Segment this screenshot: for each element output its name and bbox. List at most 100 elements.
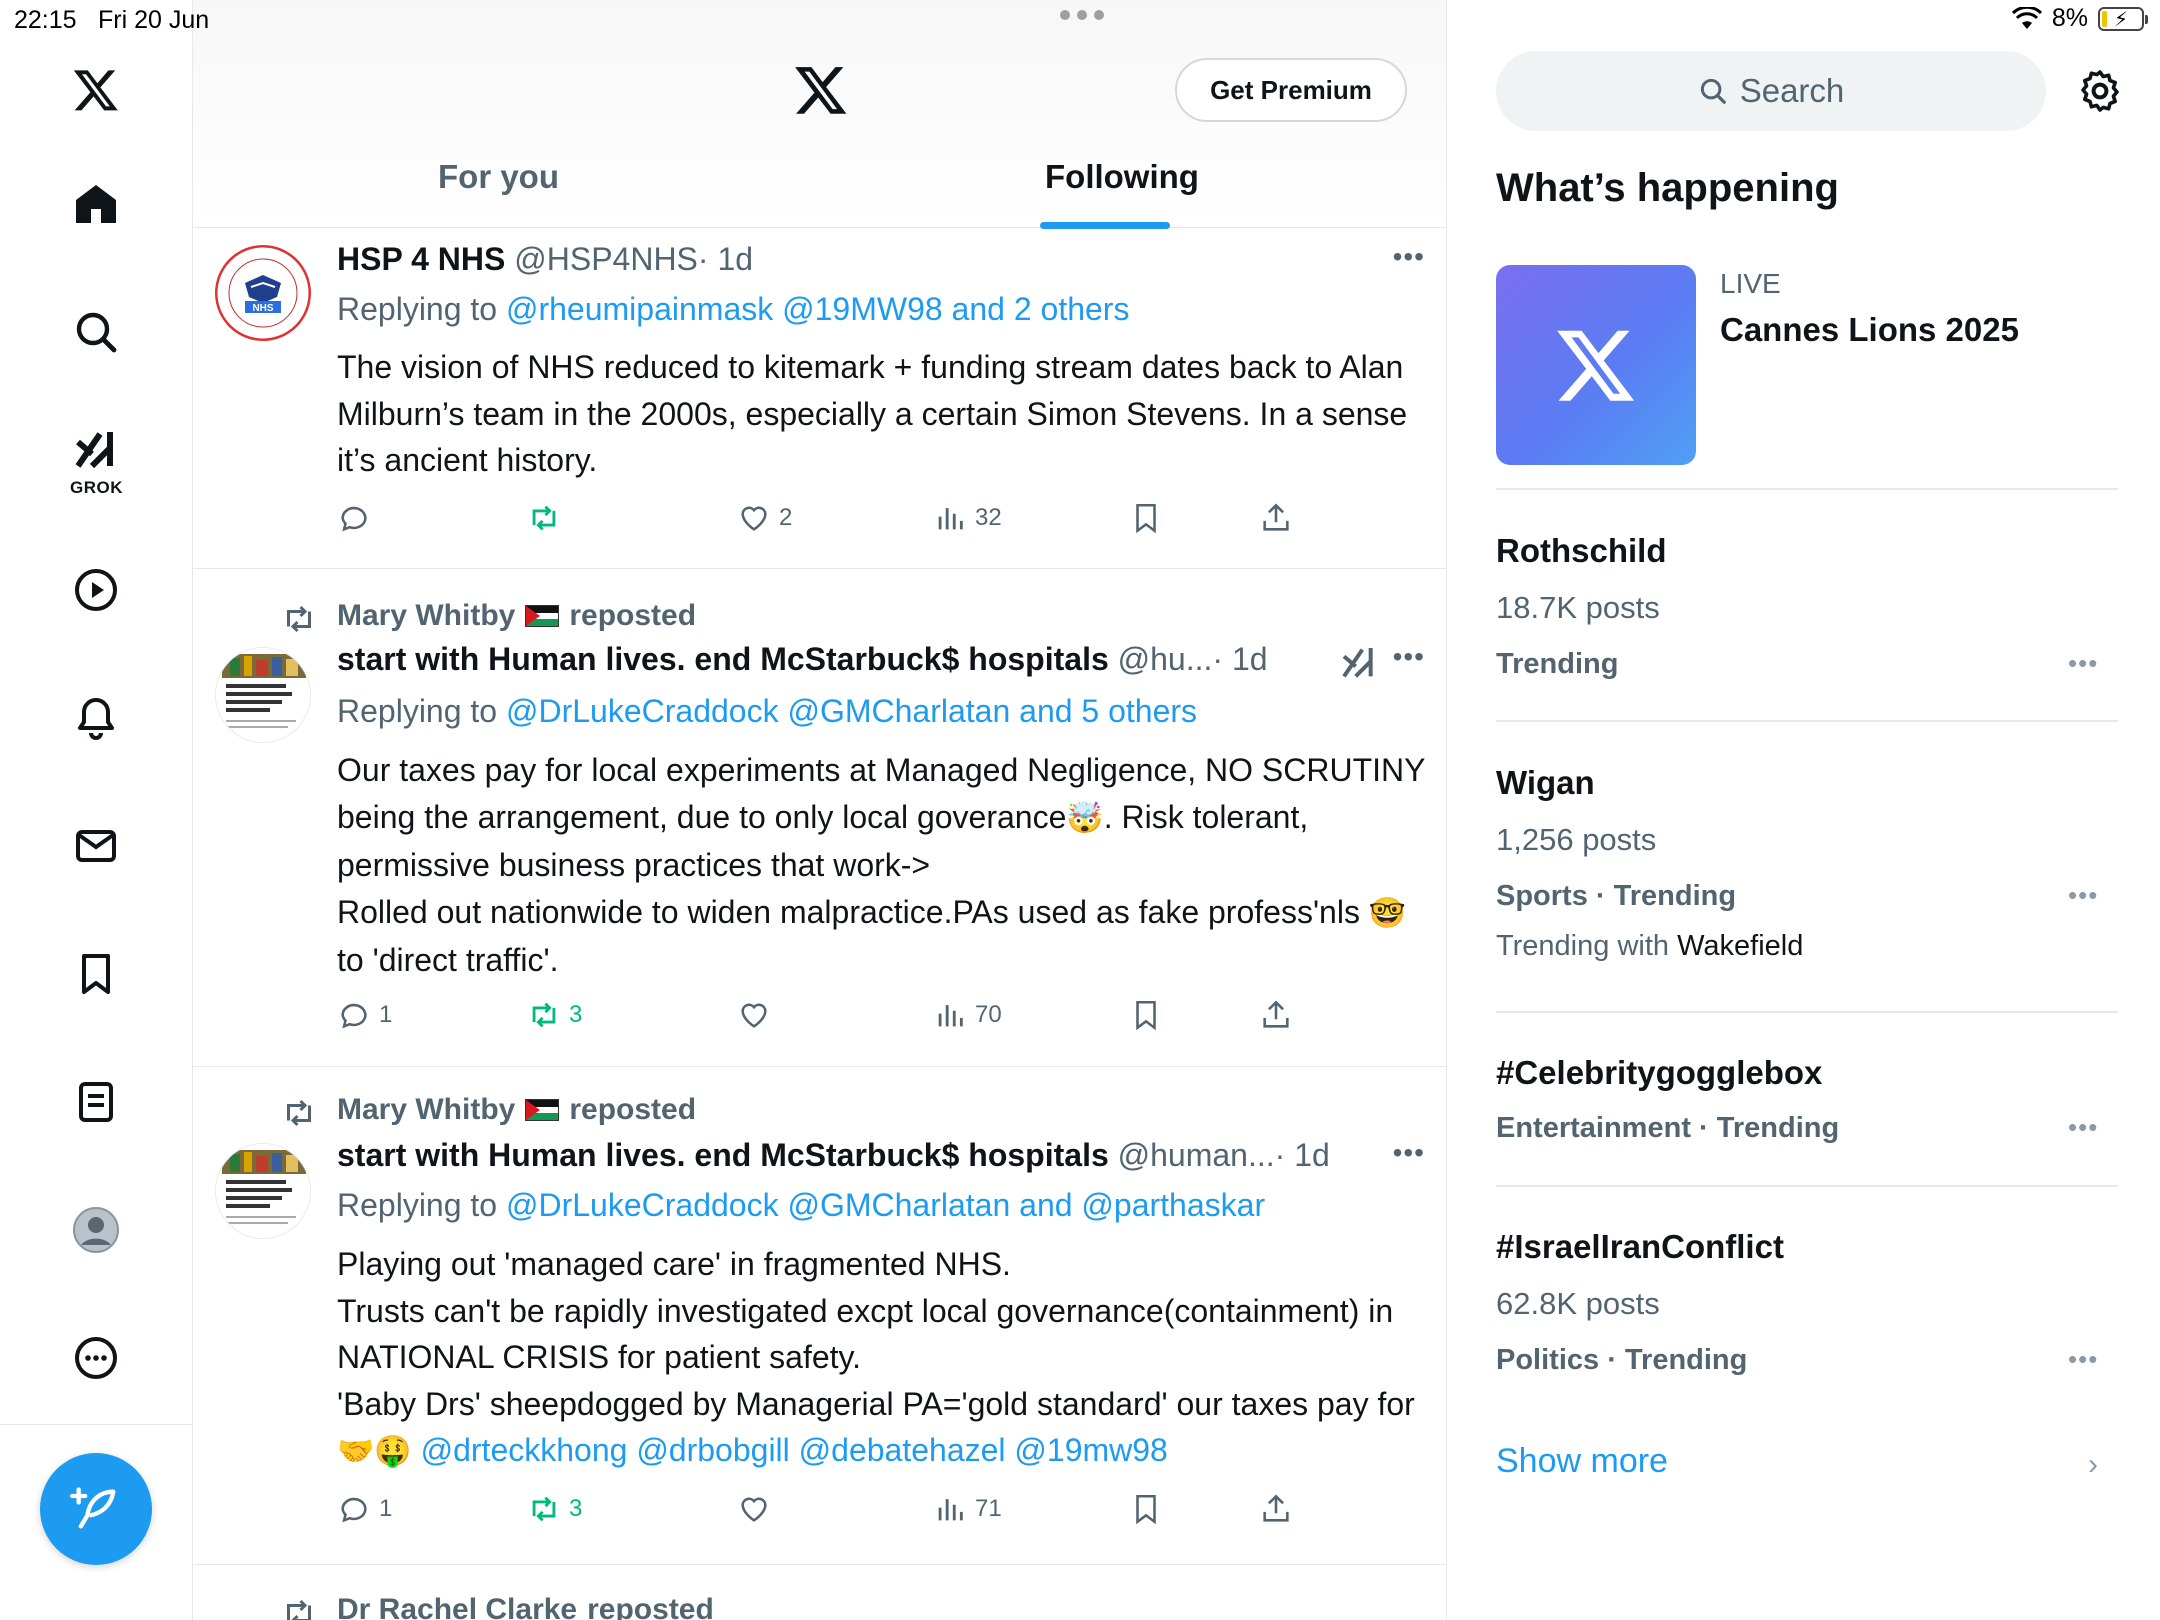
grok-icon[interactable] bbox=[1339, 643, 1379, 683]
views-button[interactable]: 32 bbox=[933, 501, 1002, 535]
avatar[interactable]: NHS bbox=[215, 245, 311, 341]
chevron-right-icon[interactable]: › bbox=[2088, 1448, 2098, 1482]
tweet-more-icon[interactable]: ••• bbox=[1393, 641, 1425, 673]
author-name[interactable]: HSP 4 NHS bbox=[337, 241, 505, 278]
author-name[interactable]: start with Human lives. end McStarbuck$ … bbox=[337, 641, 1109, 678]
left-nav: GROK bbox=[0, 0, 193, 1620]
reply-button[interactable]: 1 bbox=[337, 998, 392, 1032]
timeline: Get Premium For you Following NHS HSP 4 … bbox=[193, 0, 1447, 1620]
search-input[interactable]: Search bbox=[1496, 51, 2046, 131]
tweet-mentions[interactable]: @drteckkhong @drbobgill @debatehazel @19… bbox=[412, 1432, 1168, 1468]
trend-more-icon[interactable]: ••• bbox=[2068, 1344, 2098, 1375]
tweet-time[interactable]: · 1d bbox=[698, 241, 753, 278]
show-more-link[interactable]: Show more bbox=[1496, 1442, 1668, 1481]
x-logo-icon bbox=[1557, 330, 1635, 401]
repost-context[interactable]: Dr Rachel Clarke reposted bbox=[287, 1593, 714, 1620]
tweet[interactable]: NHS HSP 4 NHS @HSP4NHS · 1d ••• Replying … bbox=[193, 229, 1446, 569]
repost-suffix: reposted bbox=[587, 1593, 714, 1620]
reply-mentions[interactable]: @rheumipainmask @19MW98 and 2 others bbox=[506, 291, 1129, 327]
repost-button[interactable] bbox=[527, 501, 569, 535]
like-button[interactable]: 2 bbox=[737, 501, 792, 535]
tweet-text-part: Rolled out nationwide to widen malpracti… bbox=[337, 893, 1369, 930]
compose-button[interactable] bbox=[40, 1453, 152, 1565]
tab-for-you[interactable]: For you bbox=[438, 158, 559, 196]
svg-text:NHS: NHS bbox=[252, 303, 273, 314]
reply-mentions[interactable]: @DrLukeCraddock @GMCharlatan and 5 other… bbox=[506, 693, 1197, 729]
video-icon[interactable] bbox=[66, 560, 126, 620]
grok-icon[interactable] bbox=[66, 420, 126, 480]
author-handle[interactable]: @hu... bbox=[1118, 641, 1213, 678]
reply-mentions[interactable]: @DrLukeCraddock @GMCharlatan and @partha… bbox=[506, 1187, 1265, 1223]
bookmark-button[interactable] bbox=[1129, 998, 1163, 1032]
heart-icon bbox=[741, 1497, 767, 1522]
trending-with-term[interactable]: Wakefield bbox=[1677, 930, 1803, 962]
bookmark-icon bbox=[1136, 503, 1156, 534]
trend-title[interactable]: #IsraelIranConflict bbox=[1496, 1228, 1784, 1266]
messages-icon[interactable] bbox=[66, 816, 126, 876]
tweet-more-icon[interactable]: ••• bbox=[1393, 1137, 1425, 1169]
trend-more-icon[interactable]: ••• bbox=[2068, 1112, 2098, 1143]
reposter-name[interactable]: Dr Rachel Clarke bbox=[337, 1593, 577, 1620]
tweet-time[interactable]: · 1d bbox=[1275, 1137, 1330, 1174]
like-button[interactable] bbox=[737, 1492, 779, 1526]
tab-following[interactable]: Following bbox=[1045, 158, 1199, 196]
live-event-image[interactable] bbox=[1496, 265, 1696, 465]
views-icon bbox=[938, 1005, 963, 1027]
reply-prefix: Replying to bbox=[337, 693, 506, 729]
tweet[interactable]: Mary Whitby reposted start with Human li… bbox=[193, 1067, 1446, 1565]
avatar[interactable] bbox=[215, 647, 311, 743]
author-handle[interactable]: @HSP4NHS bbox=[514, 241, 698, 278]
repost-suffix: reposted bbox=[569, 599, 697, 632]
trend-more-icon[interactable]: ••• bbox=[2068, 648, 2098, 679]
trend-title[interactable]: #Celebritygogglebox bbox=[1496, 1054, 1822, 1092]
bookmark-button[interactable] bbox=[1129, 501, 1163, 535]
avatar[interactable] bbox=[215, 1143, 311, 1239]
more-icon[interactable] bbox=[66, 1328, 126, 1388]
bookmark-button[interactable] bbox=[1129, 1492, 1163, 1526]
share-icon bbox=[1263, 1000, 1289, 1028]
multitasking-dots-icon[interactable] bbox=[1060, 10, 1104, 20]
x-logo-icon[interactable] bbox=[793, 62, 849, 118]
share-button[interactable] bbox=[1259, 501, 1293, 535]
author-handle[interactable]: @human... bbox=[1118, 1137, 1275, 1174]
live-event-title[interactable]: Cannes Lions 2025 bbox=[1720, 311, 2019, 349]
bookmarks-icon[interactable] bbox=[66, 944, 126, 1004]
get-premium-button[interactable]: Get Premium bbox=[1175, 58, 1407, 122]
gear-icon[interactable] bbox=[2076, 67, 2124, 115]
lists-icon[interactable] bbox=[66, 1072, 126, 1132]
reposter-name[interactable]: Mary Whitby bbox=[337, 1093, 515, 1127]
repost-button[interactable]: 3 bbox=[527, 1492, 582, 1526]
tweet-more-icon[interactable]: ••• bbox=[1393, 241, 1425, 273]
search-icon[interactable] bbox=[66, 302, 126, 362]
repost-icon bbox=[287, 605, 311, 633]
trend-more-icon[interactable]: ••• bbox=[2068, 880, 2098, 911]
trend-title[interactable]: Rothschild bbox=[1496, 532, 1667, 570]
battery-icon: ⚡ bbox=[2098, 6, 2148, 31]
reply-button[interactable]: 1 bbox=[337, 1492, 392, 1526]
like-button[interactable] bbox=[737, 998, 779, 1032]
reposter-name[interactable]: Mary Whitby bbox=[337, 599, 515, 633]
bookmark-icon bbox=[1136, 1000, 1156, 1031]
views-button[interactable]: 71 bbox=[933, 1492, 1002, 1526]
active-tab-indicator bbox=[1040, 222, 1170, 229]
status-bar: 22:15 Fri 20 Jun 8% ⚡ bbox=[0, 0, 2160, 40]
palestine-flag-icon bbox=[525, 1099, 560, 1121]
views-button[interactable]: 70 bbox=[933, 998, 1002, 1032]
share-button[interactable] bbox=[1259, 998, 1293, 1032]
home-icon[interactable] bbox=[66, 174, 126, 234]
palestine-flag-icon bbox=[525, 605, 560, 627]
trend-title[interactable]: Wigan bbox=[1496, 764, 1595, 802]
grok-label: GROK bbox=[70, 478, 123, 497]
repost-button[interactable]: 3 bbox=[527, 998, 582, 1032]
share-button[interactable] bbox=[1259, 1492, 1293, 1526]
repost-context[interactable]: Mary Whitby reposted bbox=[287, 1093, 696, 1127]
x-logo-icon[interactable] bbox=[66, 60, 126, 120]
profile-icon[interactable] bbox=[66, 1200, 126, 1260]
author-name[interactable]: start with Human lives. end McStarbuck$ … bbox=[337, 1137, 1109, 1174]
notifications-icon[interactable] bbox=[66, 688, 126, 748]
tweet[interactable]: Dr Rachel Clarke reposted bbox=[193, 1565, 1446, 1620]
tweet[interactable]: Mary Whitby reposted start with Human li… bbox=[193, 569, 1446, 1067]
tweet-time[interactable]: · 1d bbox=[1212, 641, 1267, 678]
reply-button[interactable] bbox=[337, 501, 379, 535]
repost-context[interactable]: Mary Whitby reposted bbox=[287, 599, 697, 633]
